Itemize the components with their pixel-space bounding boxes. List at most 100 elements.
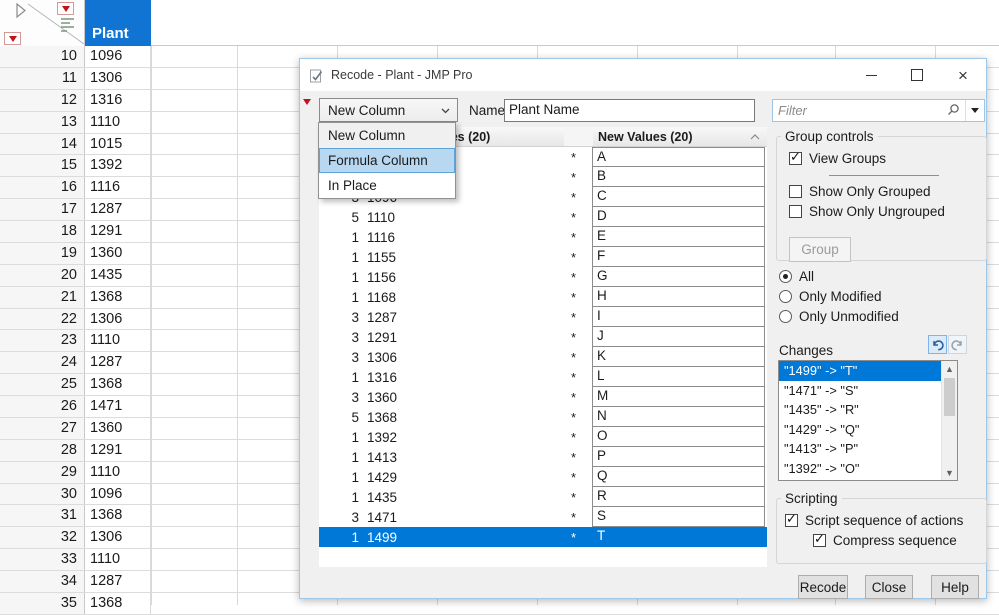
scrollbar-thumb[interactable]: [944, 378, 955, 416]
dropdown-item-formula-column[interactable]: Formula Column: [319, 148, 455, 173]
plant-value-cell[interactable]: 1015: [85, 134, 151, 155]
new-value-input[interactable]: F: [592, 247, 765, 267]
plant-value-cell[interactable]: 1287: [85, 352, 151, 373]
changes-item[interactable]: "1392" -> "O": [779, 459, 941, 479]
plant-value-cell[interactable]: 1306: [85, 68, 151, 89]
values-row[interactable]: 31360*M: [319, 387, 767, 407]
plant-value-cell[interactable]: 1116: [85, 177, 151, 198]
row-number-cell[interactable]: 10: [0, 46, 85, 67]
plant-value-cell[interactable]: 1110: [85, 330, 151, 351]
radio-all[interactable]: All: [779, 269, 899, 284]
row-number-cell[interactable]: 29: [0, 462, 85, 483]
plant-value-cell[interactable]: 1291: [85, 221, 151, 242]
values-row[interactable]: 31287*I: [319, 307, 767, 327]
values-row[interactable]: 11429*Q: [319, 467, 767, 487]
new-column-combobox[interactable]: New Column: [319, 98, 458, 122]
row-number-cell[interactable]: 28: [0, 440, 85, 461]
plant-value-cell[interactable]: 1096: [85, 46, 151, 67]
show-only-ungrouped-checkbox[interactable]: Show Only Ungrouped: [789, 204, 986, 219]
row-number-cell[interactable]: 15: [0, 155, 85, 176]
plant-value-cell[interactable]: 1291: [85, 440, 151, 461]
new-value-input[interactable]: N: [592, 407, 765, 427]
new-value-input[interactable]: O: [592, 427, 765, 447]
plant-value-cell[interactable]: 1096: [85, 484, 151, 505]
help-button[interactable]: Help: [931, 575, 979, 599]
new-value-input[interactable]: K: [592, 347, 765, 367]
table-corner-cell[interactable]: [0, 0, 85, 46]
values-row[interactable]: 11499*T: [319, 527, 767, 547]
new-value-input[interactable]: M: [592, 387, 765, 407]
filter-input[interactable]: Filter: [772, 99, 985, 122]
plant-value-cell[interactable]: 1368: [85, 593, 151, 614]
new-value-input[interactable]: E: [592, 227, 765, 247]
new-value-input[interactable]: A: [592, 147, 765, 167]
values-row[interactable]: 11435*R: [319, 487, 767, 507]
plant-value-cell[interactable]: 1360: [85, 418, 151, 439]
row-number-cell[interactable]: 24: [0, 352, 85, 373]
values-row[interactable]: 11116*E: [319, 227, 767, 247]
values-row[interactable]: 51110*D: [319, 207, 767, 227]
close-button[interactable]: ×: [940, 59, 986, 91]
changes-scrollbar[interactable]: ▲ ▼: [941, 361, 957, 480]
plant-value-cell[interactable]: 1435: [85, 265, 151, 286]
row-number-cell[interactable]: 20: [0, 265, 85, 286]
row-number-cell[interactable]: 22: [0, 309, 85, 330]
row-number-cell[interactable]: 33: [0, 549, 85, 570]
view-groups-checkbox[interactable]: View Groups: [789, 151, 986, 166]
row-number-cell[interactable]: 31: [0, 505, 85, 526]
plant-value-cell[interactable]: 1368: [85, 287, 151, 308]
row-number-cell[interactable]: 17: [0, 199, 85, 220]
row-number-cell[interactable]: 13: [0, 112, 85, 133]
new-value-input[interactable]: I: [592, 307, 765, 327]
plant-value-cell[interactable]: 1368: [85, 505, 151, 526]
close-dialog-button[interactable]: Close: [865, 575, 913, 599]
plant-value-cell[interactable]: 1368: [85, 374, 151, 395]
plant-value-cell[interactable]: 1471: [85, 396, 151, 417]
plant-value-cell[interactable]: 1110: [85, 549, 151, 570]
minimize-button[interactable]: [848, 59, 894, 91]
values-row[interactable]: 11155*F: [319, 247, 767, 267]
new-value-input[interactable]: R: [592, 487, 765, 507]
values-row[interactable]: 51368*N: [319, 407, 767, 427]
row-number-cell[interactable]: 18: [0, 221, 85, 242]
show-only-grouped-checkbox[interactable]: Show Only Grouped: [789, 184, 986, 199]
radio-only-modified[interactable]: Only Modified: [779, 289, 899, 304]
plant-value-cell[interactable]: 1306: [85, 527, 151, 548]
filter-dropdown-button[interactable]: [966, 108, 984, 113]
values-row[interactable]: 11156*G: [319, 267, 767, 287]
new-value-input[interactable]: J: [592, 327, 765, 347]
columns-menu-icon[interactable]: [57, 2, 74, 15]
new-value-input[interactable]: D: [592, 207, 765, 227]
row-number-cell[interactable]: 32: [0, 527, 85, 548]
row-number-cell[interactable]: 27: [0, 418, 85, 439]
plant-value-cell[interactable]: 1110: [85, 462, 151, 483]
compress-sequence-checkbox[interactable]: Compress sequence: [813, 533, 986, 548]
changes-item[interactable]: "1471" -> "S": [779, 381, 941, 401]
values-row[interactable]: 31471*S: [319, 507, 767, 527]
new-value-input[interactable]: C: [592, 187, 765, 207]
group-button[interactable]: Group: [789, 237, 851, 262]
plant-value-cell[interactable]: 1392: [85, 155, 151, 176]
values-row[interactable]: 11392*O: [319, 427, 767, 447]
row-number-cell[interactable]: 34: [0, 571, 85, 592]
plant-value-cell[interactable]: 1287: [85, 199, 151, 220]
new-values-header[interactable]: New Values (20): [593, 127, 767, 147]
script-sequence-checkbox[interactable]: Script sequence of actions: [785, 513, 986, 528]
plant-value-cell[interactable]: 1306: [85, 309, 151, 330]
plant-value-cell[interactable]: 1316: [85, 90, 151, 111]
row-number-cell[interactable]: 14: [0, 134, 85, 155]
dropdown-item-new-column[interactable]: New Column: [319, 123, 455, 148]
row-number-cell[interactable]: 23: [0, 330, 85, 351]
new-value-input[interactable]: L: [592, 367, 765, 387]
values-row[interactable]: 31291*J: [319, 327, 767, 347]
plant-value-cell[interactable]: 1360: [85, 243, 151, 264]
undo-button[interactable]: [928, 335, 947, 354]
row-number-cell[interactable]: 11: [0, 68, 85, 89]
changes-item[interactable]: "1499" -> "T": [779, 361, 941, 381]
new-value-input[interactable]: Q: [592, 467, 765, 487]
scroll-down-icon[interactable]: ▼: [942, 465, 957, 480]
redo-button[interactable]: [948, 335, 967, 354]
new-value-input[interactable]: T: [592, 527, 765, 547]
row-number-cell[interactable]: 30: [0, 484, 85, 505]
new-value-input[interactable]: S: [592, 507, 765, 527]
